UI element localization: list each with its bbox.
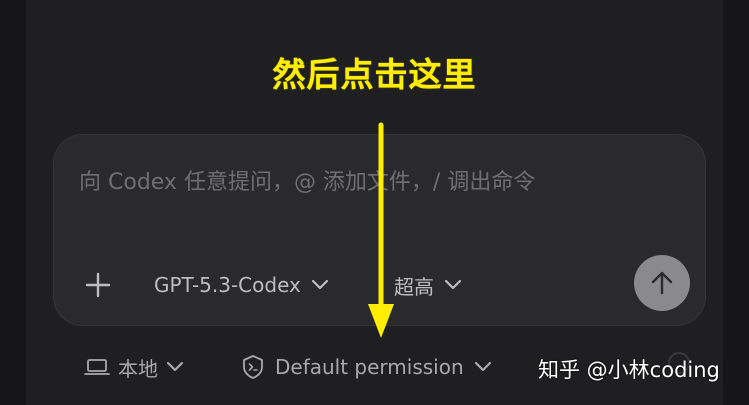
environment-label: 本地 xyxy=(118,356,158,381)
arrow-up-icon xyxy=(651,271,673,295)
prompt-composer: GPT-5.3-Codex 超高 xyxy=(53,134,706,326)
send-button[interactable] xyxy=(634,255,690,311)
laptop-icon xyxy=(84,359,110,375)
chevron-down-icon xyxy=(166,361,184,372)
reasoning-effort-select[interactable]: 超高 xyxy=(394,270,462,300)
chevron-down-icon xyxy=(474,361,491,372)
permission-select[interactable]: Default permission xyxy=(241,350,492,384)
model-select[interactable]: GPT-5.3-Codex xyxy=(154,270,329,300)
chevron-down-icon xyxy=(311,279,328,290)
plus-icon xyxy=(85,272,111,298)
prompt-input[interactable] xyxy=(79,165,679,199)
app-window: 然后点击这里 GPT-5.3-Codex 超高 xyxy=(0,0,749,405)
permission-label: Default permission xyxy=(275,355,464,379)
chevron-down-icon xyxy=(444,279,462,290)
add-attachment-button[interactable] xyxy=(82,269,114,301)
environment-select[interactable]: 本地 xyxy=(84,350,184,384)
watermark: 知乎 @小林coding xyxy=(538,358,720,382)
shield-terminal-icon xyxy=(243,355,263,379)
model-select-label: GPT-5.3-Codex xyxy=(154,273,301,297)
effort-select-label: 超高 xyxy=(394,274,434,299)
annotation-label: 然后点击这里 xyxy=(272,55,477,94)
